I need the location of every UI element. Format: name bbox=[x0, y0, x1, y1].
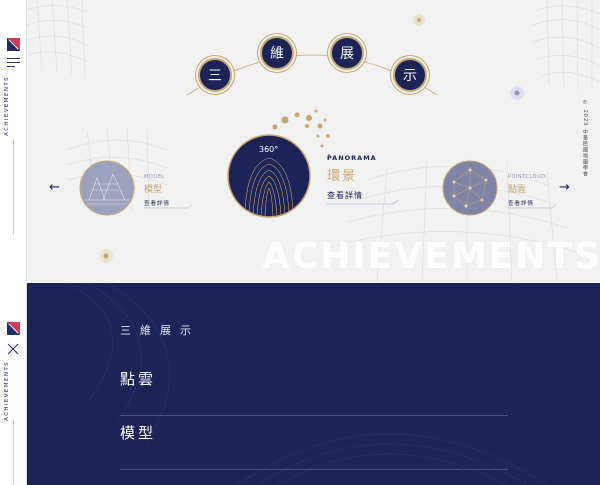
sidebar-divider-bottom bbox=[13, 420, 14, 485]
menu-icon[interactable] bbox=[7, 58, 20, 67]
model-en-label: MODEL bbox=[144, 174, 165, 180]
sidebar-divider bbox=[13, 140, 14, 235]
sidebar-vertical-label-bottom: ACHIEVEMENTS bbox=[4, 361, 10, 421]
pointcloud-link-underline bbox=[508, 205, 557, 209]
close-icon[interactable] bbox=[7, 343, 19, 355]
title-char-2: 維 bbox=[260, 36, 294, 70]
panorama-en-label: PANORAMA bbox=[327, 154, 377, 162]
achievements-watermark: ACHIEVEMENTS bbox=[262, 236, 600, 277]
hero-section: 三 維 展 示 ← → MODEL 模型 查看詳情 360° PANORAMA … bbox=[27, 0, 600, 282]
menu-item-model[interactable]: 模型 bbox=[120, 416, 508, 470]
panorama-360-badge: 360° bbox=[259, 145, 279, 154]
sidebar-top: ACHIEVEMENTS bbox=[0, 0, 27, 282]
title-char-3: 展 bbox=[330, 36, 364, 70]
model-zh-label: 模型 bbox=[144, 185, 163, 195]
logo-icon[interactable] bbox=[7, 322, 20, 335]
pointcloud-thumbnail[interactable] bbox=[442, 160, 498, 216]
menu-item-label: 點雲 bbox=[120, 370, 157, 388]
sidebar-vertical-label: ACHIEVEMENTS bbox=[4, 76, 10, 136]
menu-heading: 三維展示 bbox=[120, 324, 200, 337]
logo-icon[interactable] bbox=[7, 38, 20, 51]
next-arrow-button[interactable]: → bbox=[559, 180, 570, 195]
menu-item-label: 模型 bbox=[120, 424, 157, 442]
menu-item-pointcloud[interactable]: 點雲 bbox=[120, 362, 508, 416]
model-link-underline bbox=[144, 205, 193, 209]
page: ACHIEVEMENTS 三 維 展 示 ← → MODEL 模型 查看詳情 3… bbox=[0, 0, 600, 485]
panorama-link-underline bbox=[327, 200, 400, 205]
prev-arrow-button[interactable]: ← bbox=[49, 180, 60, 195]
pointcloud-en-label: POINTCLOUD bbox=[508, 174, 546, 180]
panorama-zh-label: 環景 bbox=[327, 169, 358, 184]
copyright-text: © 2023 中華民國地圖學會 bbox=[582, 100, 588, 177]
title-char-4: 示 bbox=[393, 58, 427, 92]
pointcloud-zh-label: 點雲 bbox=[508, 185, 527, 195]
title-char-1: 三 bbox=[198, 58, 232, 92]
model-thumbnail[interactable] bbox=[79, 160, 135, 216]
